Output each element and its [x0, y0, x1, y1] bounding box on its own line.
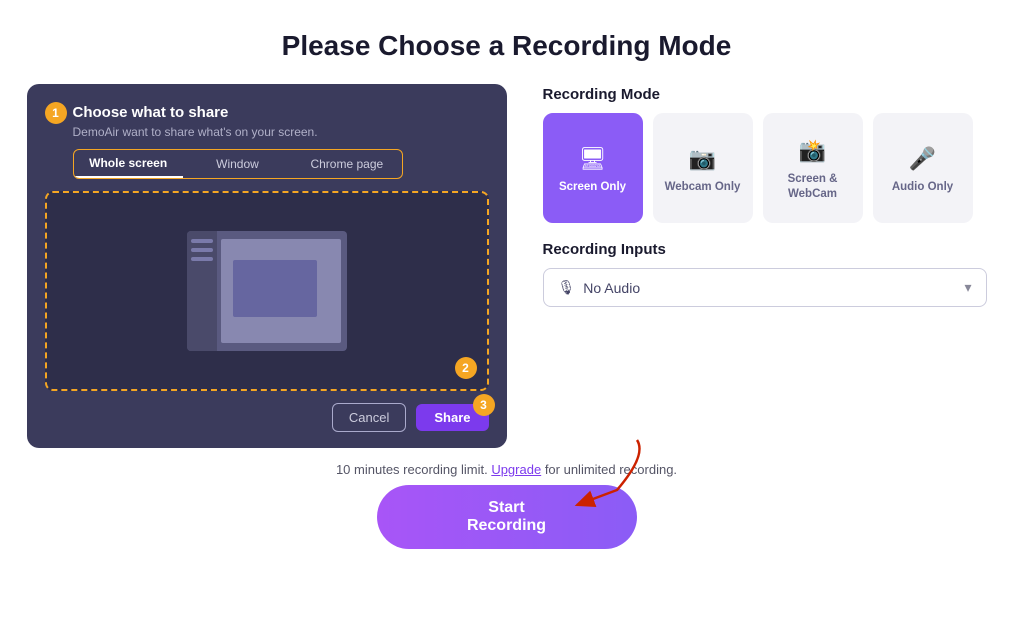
sidebar-line	[191, 248, 213, 252]
mode-webcam-only[interactable]: 📷 Webcam Only	[653, 113, 753, 223]
screen-mockup	[187, 231, 347, 351]
upgrade-info: 10 minutes recording limit. Upgrade for …	[336, 462, 677, 477]
screen-webcam-icon: 📸	[799, 138, 826, 164]
chevron-down-icon: ▾	[964, 279, 971, 296]
screen-sidebar	[187, 231, 217, 351]
badge-2: 2	[455, 357, 477, 379]
badge-1: 1	[45, 102, 67, 124]
tab-window[interactable]: Window	[183, 150, 292, 178]
recording-inputs-section: Recording Inputs 🎙 No Audio ▾	[543, 241, 987, 307]
screen-inner-block	[233, 260, 317, 317]
page-title: Please Choose a Recording Mode	[282, 30, 732, 62]
recording-mode-label: Recording Mode	[543, 86, 987, 103]
screen-only-icon: 🖥	[579, 146, 607, 172]
screen-only-label: Screen Only	[559, 180, 626, 195]
dialog-subtitle: DemoAir want to share what's on your scr…	[73, 125, 489, 139]
upgrade-suffix: for unlimited recording.	[545, 462, 677, 477]
audio-only-label: Audio Only	[892, 180, 953, 195]
tab-chrome-page[interactable]: Chrome page	[292, 150, 401, 178]
recording-modes: 🖥 Screen Only 📷 Webcam Only 📸 Screen & W…	[543, 113, 987, 223]
audio-dropdown[interactable]: 🎙 No Audio ▾	[543, 268, 987, 307]
mode-screen-webcam[interactable]: 📸 Screen & WebCam	[763, 113, 863, 223]
dialog-tabs: Whole screen Window Chrome page	[73, 149, 403, 179]
browser-dialog: 1 Choose what to share DemoAir want to s…	[27, 84, 507, 448]
start-recording-container: Start Recording	[377, 485, 637, 549]
bottom-area: 10 minutes recording limit. Upgrade for …	[336, 462, 677, 549]
start-recording-button[interactable]: Start Recording	[377, 485, 637, 549]
dialog-footer: Cancel Share 3	[45, 403, 489, 432]
limit-text: 10 minutes recording limit.	[336, 462, 488, 477]
sidebar-line	[191, 257, 213, 261]
microphone-icon: 🎙	[558, 279, 576, 296]
tab-whole-screen[interactable]: Whole screen	[74, 150, 183, 178]
sidebar-line	[191, 239, 213, 243]
badge-3: 3	[473, 394, 495, 416]
mode-screen-only[interactable]: 🖥 Screen Only	[543, 113, 643, 223]
screen-webcam-label: Screen & WebCam	[775, 172, 851, 202]
recording-inputs-label: Recording Inputs	[543, 241, 987, 258]
screen-main	[221, 239, 341, 343]
audio-dropdown-value: 🎙 No Audio	[558, 279, 641, 296]
webcam-only-icon: 📷	[689, 146, 716, 172]
upgrade-link[interactable]: Upgrade	[491, 462, 541, 477]
no-audio-label: No Audio	[583, 280, 640, 296]
dialog-title: Choose what to share	[73, 104, 489, 121]
preview-area: 2	[45, 191, 489, 391]
mode-audio-only[interactable]: 🎤 Audio Only	[873, 113, 973, 223]
recording-mode-section: Recording Mode 🖥 Screen Only 📷 Webcam On…	[543, 86, 987, 223]
cancel-button[interactable]: Cancel	[332, 403, 406, 432]
webcam-only-label: Webcam Only	[665, 180, 741, 195]
audio-only-icon: 🎤	[909, 146, 936, 172]
right-panel: Recording Mode 🖥 Screen Only 📷 Webcam On…	[543, 84, 987, 307]
